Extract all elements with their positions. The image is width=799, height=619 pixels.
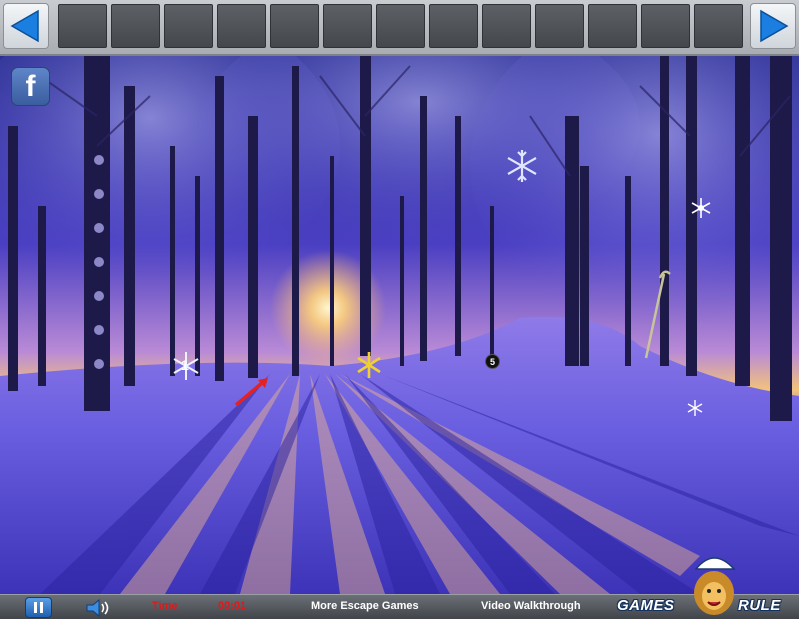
facebook-icon: f (25, 70, 36, 103)
inventory-prev-button[interactable] (3, 3, 49, 49)
game-screen: 1 5 f Time 00:01 More Escape Games Video… (0, 0, 799, 619)
inventory-slot[interactable] (323, 4, 372, 48)
inventory-slot[interactable] (641, 4, 690, 48)
snowflake-large-item[interactable] (504, 148, 540, 184)
pause-button[interactable] (25, 597, 52, 618)
pause-icon (34, 602, 43, 613)
inventory-slot[interactable] (58, 4, 107, 48)
ball-number: 5 (489, 356, 495, 367)
numbered-snowflake-clue[interactable]: 1 (170, 350, 202, 382)
inventory-slot[interactable] (694, 4, 743, 48)
winter-forest-scene: 1 5 (0, 56, 799, 594)
inventory-slot[interactable] (535, 4, 584, 48)
logo-text-rule: RULE (738, 597, 781, 614)
inventory-bar (0, 0, 799, 56)
inventory-slot[interactable] (429, 4, 478, 48)
more-escape-games-link[interactable]: More Escape Games (311, 600, 419, 612)
left-arrow-icon (10, 9, 39, 43)
inventory-slot[interactable] (111, 4, 160, 48)
forest-background (0, 56, 799, 594)
inventory-slot[interactable] (270, 4, 319, 48)
time-value: 00:01 (218, 600, 247, 612)
inventory-next-button[interactable] (750, 3, 796, 49)
logo-text-games: GAMES (617, 597, 675, 614)
inventory-slot[interactable] (217, 4, 266, 48)
inventory-slot[interactable] (588, 4, 637, 48)
right-arrow-icon (760, 9, 789, 43)
clue-number: 1 (181, 357, 189, 373)
numbered-ball-clue[interactable]: 5 (485, 354, 500, 369)
inventory-slot[interactable] (482, 4, 531, 48)
snowflake-small-item[interactable] (690, 197, 712, 219)
time-label: Time (152, 600, 178, 612)
inventory-slot[interactable] (376, 4, 425, 48)
golden-snowflake-item[interactable] (354, 350, 384, 380)
inventory-slot[interactable] (164, 4, 213, 48)
video-walkthrough-link[interactable]: Video Walkthrough (481, 600, 581, 612)
speaker-icon[interactable] (84, 597, 114, 619)
snowflake-tiny-item[interactable] (686, 399, 704, 417)
facebook-button[interactable]: f (11, 67, 50, 106)
